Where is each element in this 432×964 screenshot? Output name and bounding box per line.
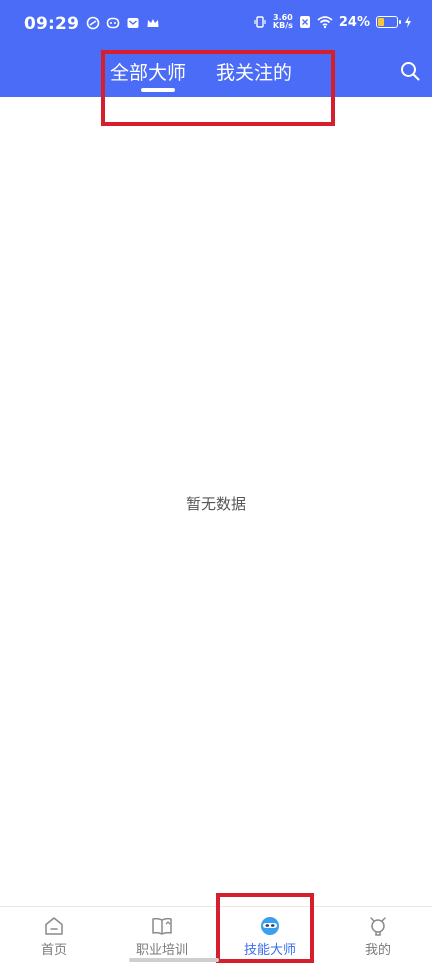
sim-off-icon [299, 16, 310, 28]
nav-home[interactable]: 首页 [0, 915, 108, 958]
nav-skill-master-label: 技能大师 [243, 943, 296, 958]
nav-skill-master[interactable]: 技能大师 [216, 915, 324, 958]
tab-following-label: 我关注的 [216, 62, 293, 84]
status-bar: 09:29 3.60 KB/s 24% [0, 0, 432, 50]
nav-profile[interactable]: 我的 [324, 915, 432, 958]
status-time: 09:29 [24, 14, 80, 34]
screen: 09:29 3.60 KB/s 24% 全部大师 我关注的 暂无数据 首页 职业… [0, 0, 432, 964]
charging-icon [405, 16, 411, 28]
empty-state-text: 暂无数据 [185, 495, 246, 513]
vibrate-icon [254, 16, 266, 28]
master-icon [261, 917, 279, 935]
profile-icon [370, 917, 386, 936]
bottom-navigation: 首页 职业培训 技能大师 我的 [0, 906, 432, 964]
notification-icon-1 [86, 16, 100, 30]
status-right: 3.60 KB/s 24% [253, 14, 412, 30]
app-header: 09:29 3.60 KB/s 24% 全部大师 我关注的 [0, 0, 432, 97]
home-indicator[interactable] [129, 958, 219, 962]
home-icon [45, 917, 63, 935]
notification-icon-2 [106, 17, 120, 29]
tab-all-masters[interactable]: 全部大师 [110, 58, 187, 92]
mail-icon [127, 18, 139, 28]
search-icon[interactable] [399, 60, 421, 82]
net-speed-unit: KB/s [272, 21, 293, 30]
tab-following[interactable]: 我关注的 [216, 58, 292, 85]
nav-home-label: 首页 [40, 943, 67, 958]
notification-icons [86, 16, 160, 30]
battery-percent: 24% [338, 14, 370, 30]
crown-icon [147, 19, 159, 27]
tab-all-masters-label: 全部大师 [110, 62, 187, 84]
nav-profile-label: 我的 [364, 943, 391, 958]
network-speed-icon: 3.60 KB/s [273, 14, 293, 30]
battery-icon [376, 16, 401, 28]
battery-fill [378, 18, 384, 26]
header-tabs: 全部大师 我关注的 [110, 58, 292, 92]
book-icon [152, 917, 172, 935]
nav-vocational-training-label: 职业培训 [135, 943, 188, 958]
wifi-icon [317, 16, 333, 29]
active-tab-indicator [141, 88, 175, 92]
nav-vocational-training[interactable]: 职业培训 [108, 915, 216, 958]
